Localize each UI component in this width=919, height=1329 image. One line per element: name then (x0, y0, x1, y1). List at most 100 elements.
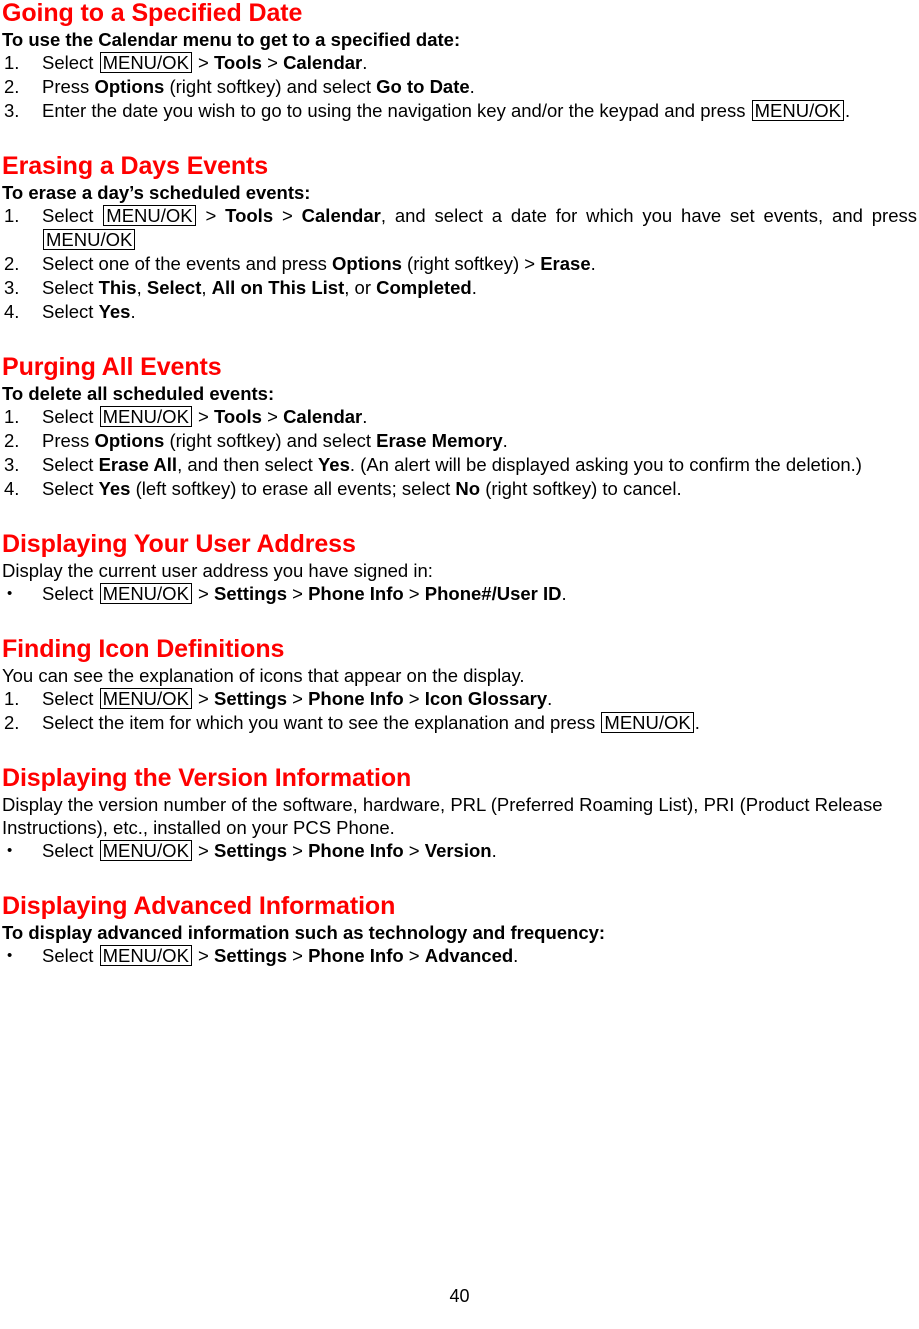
emphasis-text: Settings (214, 840, 287, 861)
inline-text: . (590, 253, 596, 274)
emphasis-text: Icon Glossary (424, 688, 548, 709)
inline-text: Select (42, 945, 99, 966)
inline-text: . (844, 100, 851, 121)
key-label-menu-ok: MENU/OK (99, 52, 192, 73)
inline-text: > (192, 406, 214, 427)
inline-text: > (261, 52, 284, 73)
step-text: Select MENU/OK > Tools > Calendar. (42, 406, 367, 427)
step-number: 3. (4, 277, 20, 298)
key-label-menu-ok: MENU/OK (43, 229, 136, 250)
bullet-marker-icon: • (7, 585, 13, 602)
step-item: 3. Enter the date you wish to go to using… (2, 99, 917, 123)
emphasis-text: Erase (540, 253, 591, 274)
step-number: 4. (4, 301, 20, 322)
emphasis-text: Phone#/User ID (424, 583, 562, 604)
emphasis-text: Settings (214, 688, 287, 709)
step-text: Select Erase All, and then select Yes. (… (42, 454, 862, 475)
section-subheading: To delete all scheduled events: (2, 383, 275, 404)
emphasis-text: Phone Info (308, 840, 404, 861)
step-item: 1. Select MENU/OK > Tools > Calendar, and… (2, 204, 917, 252)
step-item: 3. Select Erase All, and then select Yes.… (2, 453, 917, 477)
inline-text: . (An alert will be displayed asking you… (349, 454, 862, 475)
emphasis-text: Phone Info (308, 945, 404, 966)
section-title: Erasing a Days Events (2, 152, 269, 180)
step-number: 2. (4, 76, 20, 97)
step-text: Select MENU/OK > Settings > Phone Info >… (42, 840, 497, 861)
section-subheading: To display advanced information such as … (2, 922, 606, 943)
step-number: 1. (4, 205, 20, 226)
emphasis-text: Yes (98, 301, 131, 322)
emphasis-text: Options (94, 430, 165, 451)
inline-text: , or (344, 277, 377, 298)
inline-text: Select (42, 840, 99, 861)
emphasis-text: All on This List (211, 277, 345, 298)
inline-text: . (471, 277, 477, 298)
step-item: 1. Select MENU/OK > Tools > Calendar. (2, 51, 917, 75)
inline-text: . (694, 712, 700, 733)
emphasis-text: This (98, 277, 137, 298)
emphasis-text: Tools (214, 52, 262, 73)
inline-text: Select (42, 478, 99, 499)
section-subheading: To use the Calendar menu to get to a spe… (2, 29, 461, 50)
step-number: 2. (4, 712, 20, 733)
emphasis-text: Tools (225, 205, 274, 226)
inline-text: > (403, 688, 425, 709)
emphasis-text: Calendar (283, 52, 363, 73)
step-number: 1. (4, 52, 20, 73)
bullet-list: • Select MENU/OK > Settings > Phone Info … (2, 944, 917, 968)
page-number: 40 (449, 1286, 470, 1306)
inline-text: . (547, 688, 553, 709)
inline-text: (left softkey) to erase all events; sele… (130, 478, 456, 499)
inline-text: Select (42, 301, 99, 322)
page-content: Going to a Specified Date To use the Cale… (2, 0, 917, 968)
bullet-item: • Select MENU/OK > Settings > Phone Info … (2, 944, 917, 968)
step-list: 1. Select MENU/OK > Tools > Calendar. 2. Pr… (2, 51, 917, 123)
inline-text: . (502, 430, 508, 451)
inline-text: > (261, 406, 284, 427)
step-item: 1. Select MENU/OK > Tools > Calendar. (2, 405, 917, 429)
section-title: Displaying the Version Information (2, 764, 412, 792)
emphasis-text: Tools (214, 406, 262, 427)
step-text: Select MENU/OK > Tools > Calendar, and s… (42, 204, 917, 252)
inline-text: Select (42, 277, 99, 298)
inline-text: (right softkey) to cancel. (480, 478, 682, 499)
step-item: 2. Press Options (right softkey) and sele… (2, 75, 917, 99)
step-item: 2. Select the item for which you want to … (2, 711, 917, 735)
inline-text: Press (42, 76, 95, 97)
section-title: Displaying Your User Address (2, 530, 356, 558)
step-text: Select MENU/OK > Settings > Phone Info >… (42, 688, 552, 709)
key-label-menu-ok: MENU/OK (99, 583, 192, 604)
inline-text: > (286, 945, 309, 966)
inline-text: (right softkey) > (401, 253, 541, 274)
inline-text: . (513, 945, 519, 966)
bullet-list: • Select MENU/OK > Settings > Phone Info … (2, 582, 917, 606)
emphasis-text: Calendar (301, 205, 381, 226)
inline-text: . (362, 52, 368, 73)
section-subheading: To erase a day’s scheduled events: (2, 182, 311, 203)
inline-text: > (192, 840, 214, 861)
emphasis-text: Advanced (424, 945, 514, 966)
inline-text: (right softkey) and select (164, 430, 377, 451)
inline-text: , and then select (177, 454, 318, 475)
key-label-menu-ok: MENU/OK (751, 100, 844, 121)
inline-text: Press (42, 430, 95, 451)
inline-text: Select (42, 454, 99, 475)
emphasis-text: Settings (214, 583, 287, 604)
inline-text: Select (42, 52, 99, 73)
key-label-menu-ok: MENU/OK (99, 945, 192, 966)
inline-text: > (286, 583, 309, 604)
step-text: Select Yes (left softkey) to erase all e… (42, 478, 682, 499)
section-intro-text: You can see the explanation of icons tha… (2, 665, 525, 686)
emphasis-text: Options (94, 76, 165, 97)
inline-text: Select (42, 583, 99, 604)
step-text: Select Yes. (42, 301, 136, 322)
step-text: Press Options (right softkey) and select… (42, 76, 475, 97)
emphasis-text: Completed (376, 277, 472, 298)
section-intro-text: Display the version number of the softwa… (2, 794, 883, 838)
key-label-menu-ok: MENU/OK (99, 688, 192, 709)
emphasis-text: Phone Info (308, 688, 404, 709)
inline-text: Select one of the events and press (42, 253, 333, 274)
step-item: 2. Press Options (right softkey) and sele… (2, 429, 917, 453)
inline-text: Enter the date you wish to go to using t… (42, 100, 751, 121)
